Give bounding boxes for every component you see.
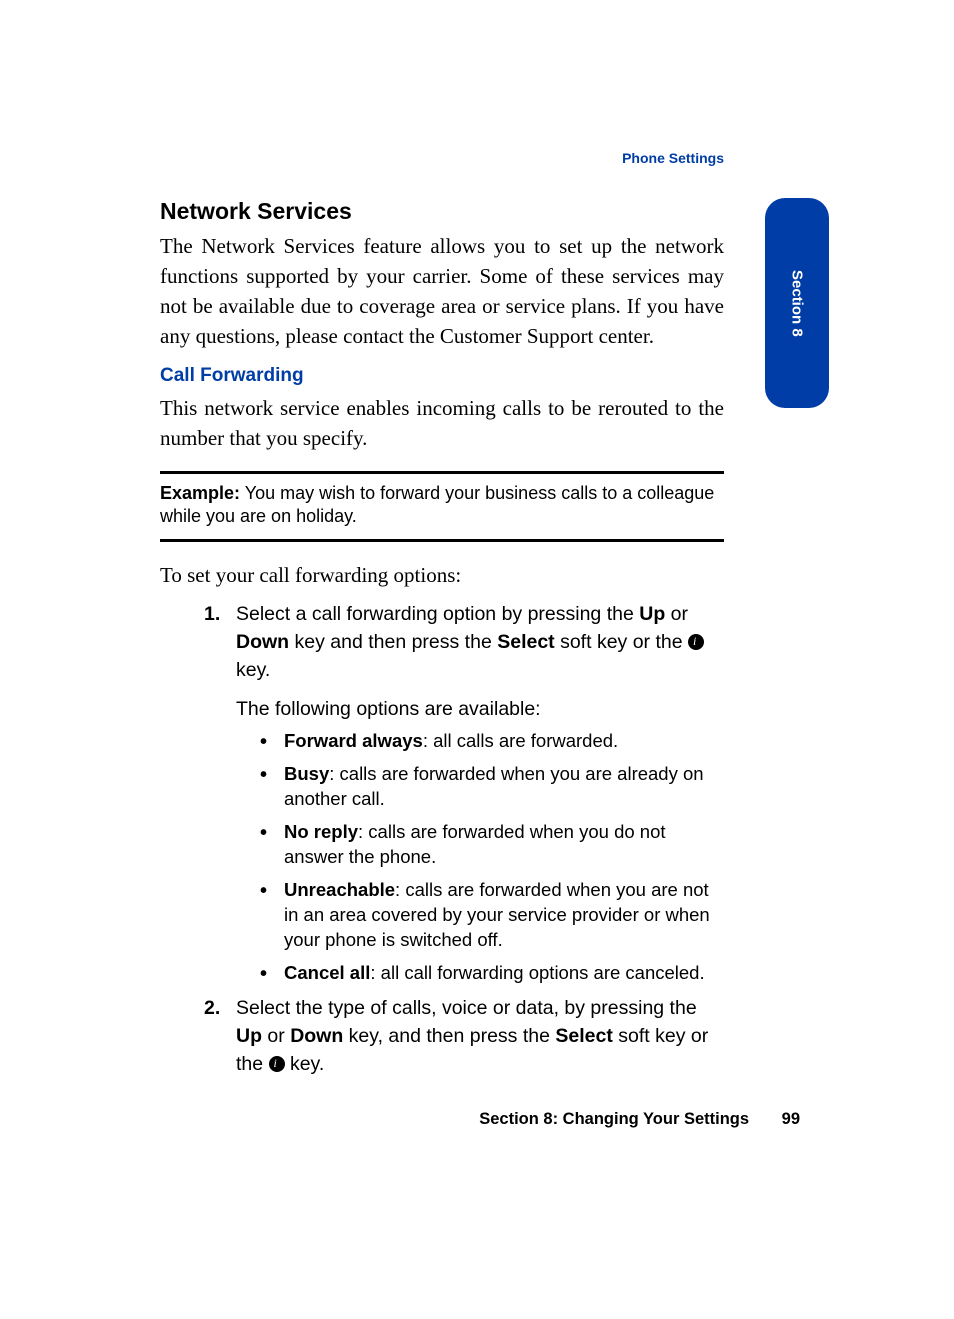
option-cancel-all: Cancel all: all call forwarding options …	[260, 961, 724, 986]
heading-call-forwarding: Call Forwarding	[160, 365, 724, 387]
options-list: Forward always: all calls are forwarded.…	[260, 729, 724, 986]
option-desc: : all calls are forwarded.	[423, 730, 618, 751]
option-desc: : calls are forwarded when you are alrea…	[284, 763, 704, 809]
key-down: Down	[236, 631, 289, 653]
key-select: Select	[497, 631, 554, 653]
step-text: key.	[285, 1053, 325, 1075]
option-desc: : all call forwarding options are cancel…	[370, 962, 704, 983]
step-text: key and then press the	[289, 631, 497, 653]
lead-sentence: To set your call forwarding options:	[160, 560, 724, 590]
key-up: Up	[639, 603, 665, 625]
running-header: Phone Settings	[0, 150, 724, 166]
option-name: No reply	[284, 821, 358, 842]
step-text: soft key or the	[555, 631, 688, 653]
ok-key-icon	[688, 634, 704, 650]
page: Phone Settings Section 8 Network Service…	[0, 0, 954, 1319]
example-text: You may wish to forward your business ca…	[160, 483, 714, 526]
option-name: Busy	[284, 763, 329, 784]
section-tab: Section 8	[765, 198, 829, 408]
step-1: Select a call forwarding option by press…	[160, 600, 724, 986]
footer-section-label: Section 8: Changing Your Settings	[479, 1110, 749, 1128]
key-select: Select	[555, 1025, 612, 1047]
key-up: Up	[236, 1025, 262, 1047]
option-forward-always: Forward always: all calls are forwarded.	[260, 729, 724, 754]
key-down: Down	[290, 1025, 343, 1047]
intro-paragraph: The Network Services feature allows you …	[160, 231, 724, 351]
option-name: Forward always	[284, 730, 423, 751]
section-tab-label: Section 8	[789, 270, 806, 337]
option-busy: Busy: calls are forwarded when you are a…	[260, 762, 724, 812]
step-2: Select the type of calls, voice or data,…	[160, 994, 724, 1079]
step-text: key.	[236, 659, 270, 681]
option-unreachable: Unreachable: calls are forwarded when yo…	[260, 878, 724, 953]
option-no-reply: No reply: calls are forwarded when you d…	[260, 820, 724, 870]
example-label: Example:	[160, 483, 240, 503]
content-column: Network Services The Network Services fe…	[160, 198, 724, 1078]
step-text: Select the type of calls, voice or data,…	[236, 997, 697, 1019]
step-text: or	[262, 1025, 290, 1047]
step-1-subpara: The following options are available:	[236, 695, 724, 723]
step-text: Select a call forwarding option by press…	[236, 603, 639, 625]
ok-key-icon	[269, 1056, 285, 1072]
call-forwarding-desc: This network service enables incoming ca…	[160, 393, 724, 453]
step-text: key, and then press the	[343, 1025, 555, 1047]
option-name: Cancel all	[284, 962, 370, 983]
page-number: 99	[782, 1110, 800, 1128]
step-text: or	[665, 603, 688, 625]
page-footer: Section 8: Changing Your Settings 99	[0, 1110, 800, 1129]
option-name: Unreachable	[284, 879, 395, 900]
heading-network-services: Network Services	[160, 198, 724, 225]
steps-list: Select a call forwarding option by press…	[160, 600, 724, 1079]
example-box: Example: You may wish to forward your bu…	[160, 471, 724, 542]
